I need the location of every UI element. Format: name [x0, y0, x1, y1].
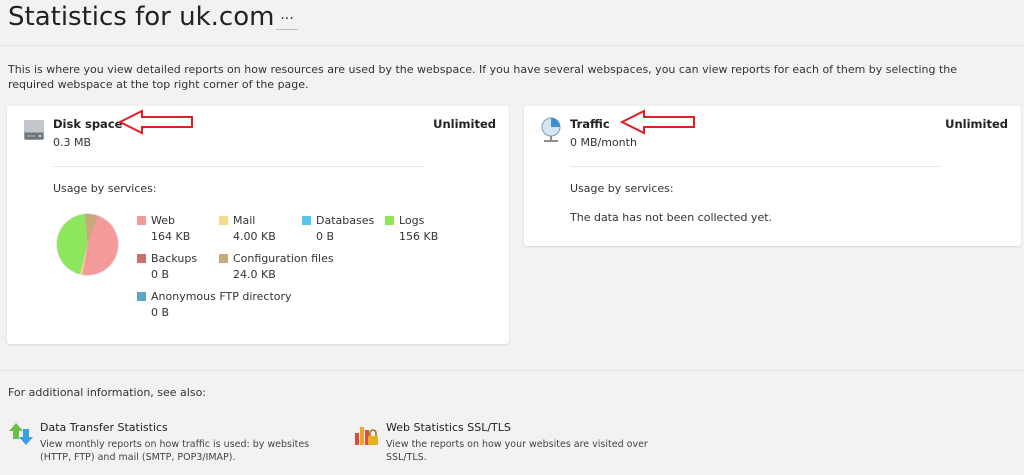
- traffic-value: 0 MB/month: [570, 136, 637, 149]
- bar-chart-lock-icon: [355, 427, 378, 445]
- title-divider: [0, 45, 1024, 46]
- legend-value-web: 164 KB: [151, 230, 191, 243]
- data-transfer-statistics-desc: View monthly reports on how traffic is u…: [40, 439, 310, 463]
- legend-swatch-backups: [137, 254, 146, 263]
- legend-label-configuration-files: Configuration files: [233, 252, 334, 265]
- legend-swatch-configuration-files: [219, 254, 228, 263]
- hard-drive-icon: [24, 120, 44, 140]
- legend-value-backups: 0 B: [151, 268, 170, 281]
- web-statistics-ssl-title[interactable]: Web Statistics SSL/TLS: [386, 421, 511, 434]
- legend-item-databases: Databases 0 B: [302, 213, 374, 245]
- legend-item-logs: Logs 156 KB: [385, 213, 438, 245]
- disk-card-divider: [53, 166, 424, 167]
- traffic-usage-label: Usage by services:: [570, 182, 674, 195]
- traffic-no-data-message: The data has not been collected yet.: [570, 211, 773, 224]
- see-also-label: For additional information, see also:: [8, 386, 207, 399]
- legend-label-backups: Backups: [151, 252, 198, 265]
- disk-usage-label: Usage by services:: [53, 182, 157, 195]
- legend-swatch-logs: [385, 216, 394, 225]
- traffic-globe-icon: [541, 117, 561, 142]
- traffic-title: Traffic: [570, 117, 610, 131]
- see-also-divider: [0, 370, 1024, 371]
- legend-label-logs: Logs: [399, 214, 425, 227]
- traffic-card-divider: [570, 166, 941, 167]
- page-title: Statistics for uk.com: [8, 2, 275, 32]
- traffic-limit: Unlimited: [945, 117, 1008, 131]
- traffic-card: Traffic 0 MB/month Unlimited Usage by se…: [524, 106, 1021, 246]
- data-transfer-statistics-link[interactable]: Data Transfer Statistics View monthly re…: [8, 421, 328, 471]
- legend-item-anonymous-ftp: Anonymous FTP directory 0 B: [137, 289, 292, 321]
- legend-label-mail: Mail: [233, 214, 256, 227]
- legend-item-mail: Mail 4.00 KB: [219, 213, 276, 245]
- transfer-arrows-icon: [9, 423, 33, 445]
- legend-swatch-anonymous-ftp: [137, 292, 146, 301]
- legend-swatch-mail: [219, 216, 228, 225]
- legend-value-logs: 156 KB: [399, 230, 439, 243]
- legend-value-mail: 4.00 KB: [233, 230, 276, 243]
- legend-item-backups: Backups 0 B: [137, 251, 197, 283]
- legend-label-anonymous-ftp: Anonymous FTP directory: [151, 290, 292, 303]
- data-transfer-statistics-title[interactable]: Data Transfer Statistics: [40, 421, 168, 434]
- web-statistics-ssl-desc: View the reports on how your websites ar…: [386, 439, 648, 463]
- legend-value-configuration-files: 24.0 KB: [233, 268, 276, 281]
- disk-space-card: Disk space 0.3 MB Unlimited Usage by ser…: [7, 106, 509, 344]
- legend-item-configuration-files: Configuration files 24.0 KB: [219, 251, 334, 283]
- legend-value-databases: 0 B: [316, 230, 335, 243]
- disk-space-title: Disk space: [53, 117, 123, 131]
- intro-text: This is where you view detailed reports …: [8, 63, 958, 91]
- legend-swatch-web: [137, 216, 146, 225]
- legend-label-databases: Databases: [316, 214, 375, 227]
- disk-usage-pie-chart: [55, 212, 120, 277]
- legend-item-web: Web 164 KB: [137, 213, 190, 245]
- disk-space-limit: Unlimited: [433, 117, 496, 131]
- annotation-arrow-traffic: [620, 109, 695, 135]
- legend-value-anonymous-ftp: 0 B: [151, 306, 170, 319]
- web-statistics-ssl-link[interactable]: Web Statistics SSL/TLS View the reports …: [354, 421, 674, 471]
- legend-label-web: Web: [151, 214, 175, 227]
- disk-space-value: 0.3 MB: [53, 136, 92, 149]
- more-options-button[interactable]: ···: [276, 8, 298, 30]
- legend-swatch-databases: [302, 216, 311, 225]
- annotation-arrow-disk-space: [118, 109, 193, 135]
